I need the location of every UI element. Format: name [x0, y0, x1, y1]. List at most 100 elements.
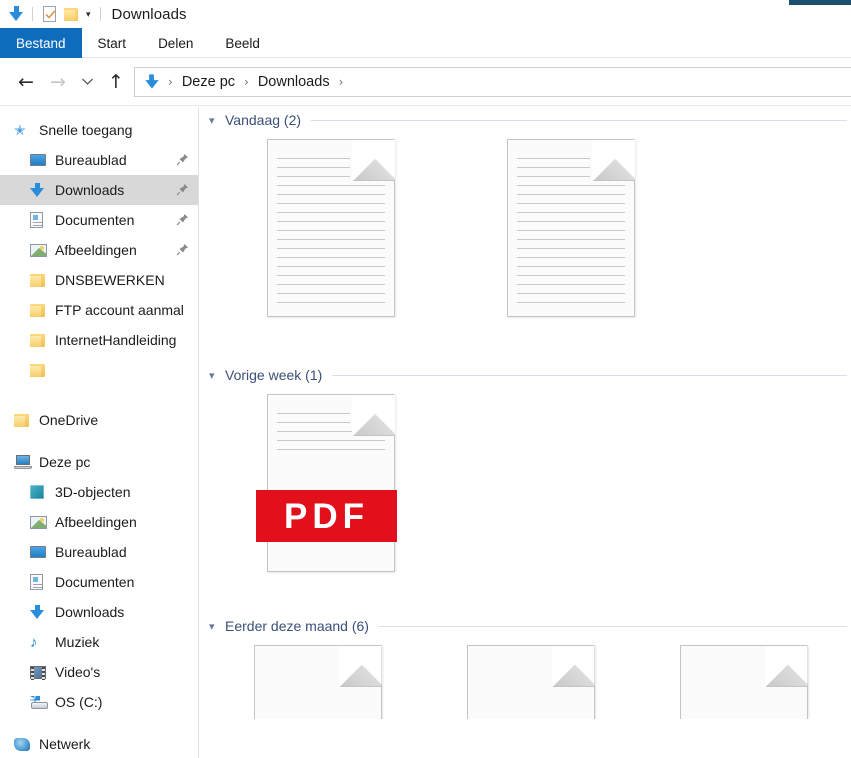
sidebar-item-afbeeldingen[interactable]: Afbeeldingen — [0, 235, 198, 265]
file-explorer-window: ▾ Downloads Bestand Start Delen Beeld ← … — [0, 0, 851, 758]
sidebar-item-videos[interactable]: Video's — [0, 657, 198, 687]
tab-start[interactable]: Start — [82, 28, 143, 58]
tab-beeld[interactable]: Beeld — [209, 28, 276, 58]
file-thumbnail — [253, 645, 384, 719]
file-row-eerder-deze-maand — [200, 639, 851, 719]
video-icon — [30, 663, 52, 681]
sidebar-item-downloads[interactable]: Downloads — [0, 175, 198, 205]
blank-document-icon — [679, 645, 808, 719]
sidebar-item-internethandleiding[interactable]: InternetHandleiding — [0, 325, 198, 355]
sidebar-item-label: Afbeeldingen — [55, 242, 137, 258]
music-note-icon: ♪ — [30, 633, 38, 651]
pin-icon[interactable] — [176, 243, 189, 256]
forward-button[interactable]: → — [42, 66, 74, 98]
blank-document-icon — [253, 645, 382, 719]
sidebar-item-unnamed-folder[interactable] — [0, 355, 198, 385]
tab-bestand[interactable]: Bestand — [0, 28, 82, 58]
file-item[interactable] — [452, 133, 692, 348]
file-item[interactable] — [212, 133, 452, 348]
sidebar-item-muziek[interactable]: ♪ Muziek — [0, 627, 198, 657]
sidebar-item-label: Documenten — [55, 212, 135, 228]
group-header-vandaag[interactable]: ▾ Vandaag (2) — [200, 107, 851, 133]
sidebar-group-deze-pc[interactable]: Deze pc — [0, 447, 198, 477]
breadcrumb-downloads-icon — [141, 74, 161, 90]
sidebar-item-label: Muziek — [55, 634, 100, 650]
chevron-down-icon[interactable]: ▾ — [209, 621, 225, 632]
file-thumbnail — [267, 139, 397, 319]
sidebar-item-3d-objecten[interactable]: 3D-objecten — [0, 477, 198, 507]
sidebar-item-documenten[interactable]: Documenten — [0, 205, 198, 235]
sidebar-item-label: Bureaublad — [55, 544, 127, 560]
cube-icon — [30, 483, 52, 501]
file-thumbnail — [507, 139, 637, 319]
file-item[interactable]: PDF — [212, 388, 452, 603]
downloads-arrow-icon[interactable] — [5, 3, 27, 25]
sidebar-item-label: DNSBEWERKEN — [55, 272, 165, 288]
network-icon — [14, 735, 36, 753]
folder-icon — [30, 361, 52, 379]
sidebar-item-dnsbewerken[interactable]: DNSBEWERKEN — [0, 265, 198, 295]
sidebar-item-pc-bureaublad[interactable]: Bureaublad — [0, 537, 198, 567]
downloads-arrow-icon — [30, 603, 52, 621]
sidebar-item-bureaublad[interactable]: Bureaublad — [0, 145, 198, 175]
file-list-pane[interactable]: ▾ Vandaag (2) ▾ Vorige week (1) PDF ▾ Ee… — [200, 107, 851, 758]
sidebar-item-pc-documenten[interactable]: Documenten — [0, 567, 198, 597]
star-icon: ✭ — [14, 122, 26, 138]
sidebar-group-snelle-toegang[interactable]: ✭ Snelle toegang — [0, 115, 198, 145]
title-bar: ▾ Downloads — [0, 0, 851, 28]
group-header-label: Eerder deze maand (6) — [225, 618, 369, 634]
group-header-vorige-week[interactable]: ▾ Vorige week (1) — [200, 362, 851, 388]
recent-locations-button[interactable] — [74, 66, 100, 98]
folder-icon — [30, 301, 52, 319]
sidebar-item-label: Downloads — [55, 182, 125, 198]
tab-delen[interactable]: Delen — [142, 28, 209, 58]
sidebar-item-os-c[interactable]: OS (C:) — [0, 687, 198, 717]
breadcrumb-separator-1[interactable]: › — [237, 75, 256, 89]
sidebar-item-label: 3D-objecten — [55, 484, 131, 500]
pin-icon[interactable] — [176, 213, 189, 226]
file-item[interactable] — [212, 639, 425, 719]
properties-icon[interactable] — [38, 3, 60, 25]
sidebar-item-pc-afbeeldingen[interactable]: Afbeeldingen — [0, 507, 198, 537]
folder-icon — [14, 411, 36, 429]
file-item[interactable] — [638, 639, 851, 719]
monitor-icon — [30, 151, 52, 169]
file-item[interactable] — [425, 639, 638, 719]
sidebar-item-pc-downloads[interactable]: Downloads — [0, 597, 198, 627]
sidebar-item-label: Downloads — [55, 604, 125, 620]
group-header-rule — [332, 374, 847, 376]
pdf-badge: PDF — [256, 490, 397, 542]
chevron-down-icon — [81, 78, 93, 85]
file-row-vandaag — [200, 133, 851, 348]
breadcrumb-item-deze-pc[interactable]: Deze pc — [180, 74, 237, 90]
toolbar-divider-2 — [99, 7, 101, 21]
group-header-eerder-deze-maand[interactable]: ▾ Eerder deze maand (6) — [200, 613, 851, 639]
file-row-vorige-week: PDF — [200, 388, 851, 603]
chevron-down-icon[interactable]: ▾ — [209, 115, 225, 126]
new-folder-icon[interactable] — [60, 3, 82, 25]
pin-icon[interactable] — [176, 183, 189, 196]
up-button[interactable]: ↑ — [100, 66, 132, 98]
toolbar-divider — [32, 7, 33, 21]
pdf-badge-label: PDF — [284, 496, 369, 536]
address-bar[interactable]: › Deze pc › Downloads › — [134, 67, 851, 97]
text-document-icon — [267, 139, 395, 317]
sidebar-item-onedrive[interactable]: OneDrive — [0, 405, 198, 435]
sidebar-group-netwerk[interactable]: Netwerk — [0, 729, 198, 758]
file-thumbnail — [679, 645, 810, 719]
quick-access-toolbar: ▾ — [0, 0, 106, 28]
file-thumbnail — [466, 645, 597, 719]
back-button[interactable]: ← — [10, 66, 42, 98]
customize-chevron-icon[interactable]: ▾ — [82, 9, 95, 19]
pin-icon[interactable] — [176, 153, 189, 166]
breadcrumb-separator-2[interactable]: › — [332, 75, 351, 89]
group-header-rule — [378, 625, 847, 627]
sidebar-item-ftp-account-aanmaken[interactable]: FTP account aanmal — [0, 295, 198, 325]
picture-icon — [30, 241, 52, 259]
document-icon — [30, 573, 52, 591]
sidebar-item-label: OneDrive — [39, 412, 99, 428]
breadcrumb-item-downloads[interactable]: Downloads — [256, 74, 332, 90]
sidebar-item-label: Video's — [55, 664, 101, 680]
chevron-down-icon[interactable]: ▾ — [209, 370, 225, 381]
sidebar-item-label: OS (C:) — [55, 694, 103, 710]
